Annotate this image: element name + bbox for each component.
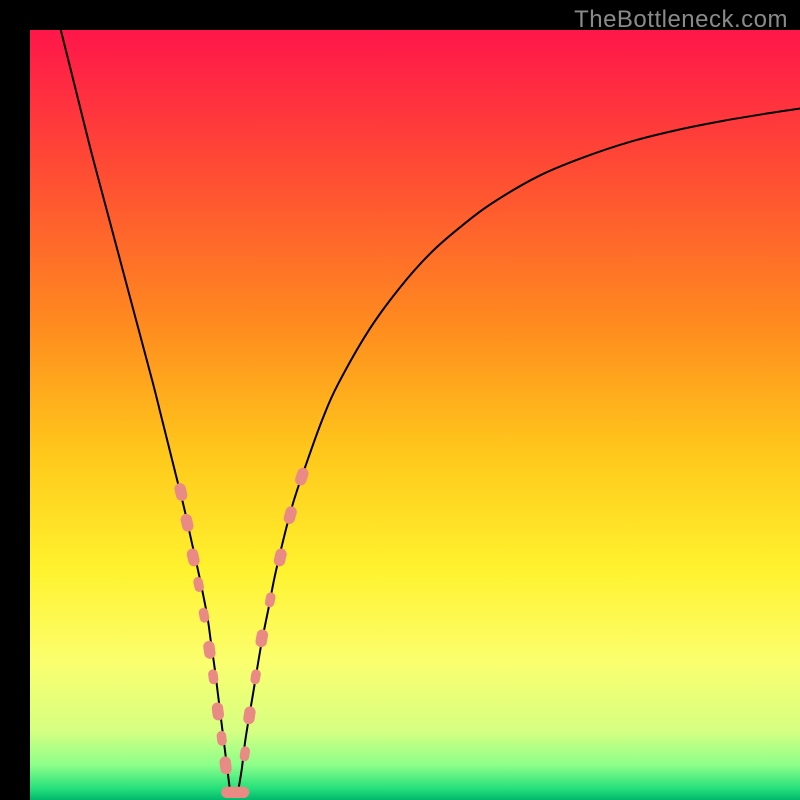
plot-area [30, 30, 800, 800]
chart-svg [30, 30, 800, 800]
chart-frame: TheBottleneck.com [0, 0, 800, 800]
gradient-background [30, 30, 800, 800]
data-marker [231, 787, 249, 798]
watermark-text: TheBottleneck.com [574, 6, 788, 34]
